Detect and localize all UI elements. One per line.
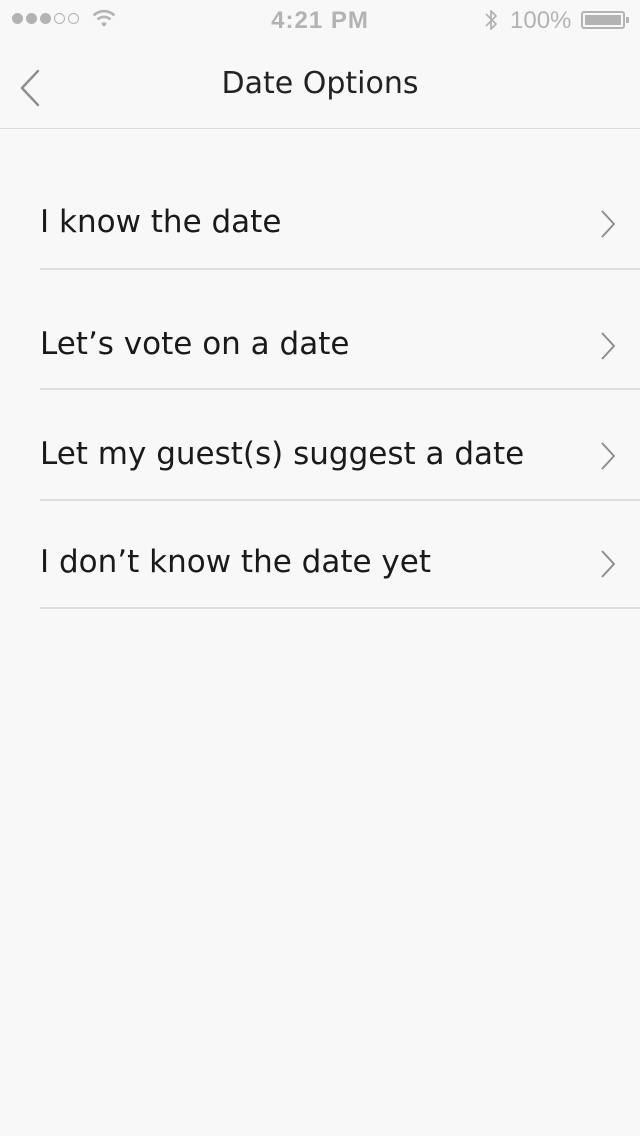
option-guests-suggest-date[interactable]: Let my guest(s) suggest a date <box>40 390 640 501</box>
battery-icon <box>581 11 629 29</box>
option-label: I don’t know the date yet <box>40 544 431 580</box>
status-bar: 4:21 PM 100% <box>0 0 640 40</box>
battery-percent: 100% <box>510 7 572 34</box>
option-label: Let’s vote on a date <box>40 326 350 362</box>
navigation-bar: Date Options <box>0 40 640 129</box>
option-vote-on-date[interactable]: Let’s vote on a date <box>40 270 640 390</box>
chevron-right-icon <box>601 550 615 578</box>
chevron-right-icon <box>601 210 615 238</box>
chevron-right-icon <box>601 332 615 360</box>
battery-level <box>585 15 621 25</box>
option-date-unknown[interactable]: I don’t know the date yet <box>40 501 640 609</box>
option-i-know-the-date[interactable]: I know the date <box>40 128 640 270</box>
option-label: I know the date <box>40 204 282 240</box>
chevron-right-icon <box>601 442 615 470</box>
option-label: Let my guest(s) suggest a date <box>40 436 525 472</box>
bluetooth-icon <box>485 10 497 30</box>
page-title: Date Options <box>221 66 419 101</box>
